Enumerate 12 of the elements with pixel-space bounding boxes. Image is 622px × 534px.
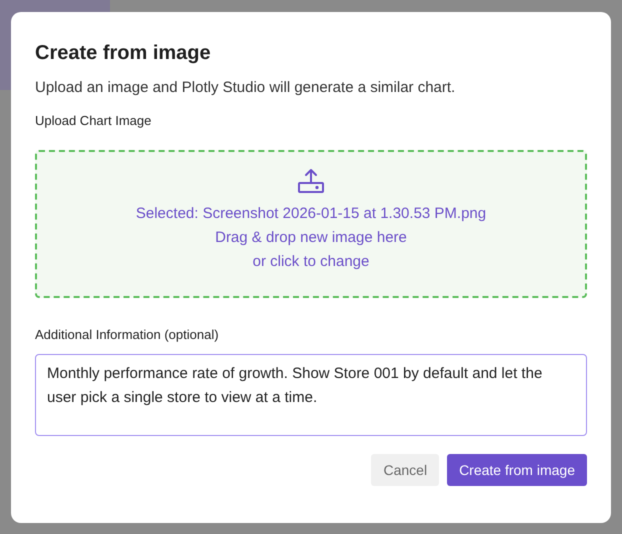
- create-button[interactable]: Create from image: [447, 454, 587, 486]
- additional-info-field[interactable]: Monthly performance rate of growth. Show Store 001 by default and let the user pick a single store to view at a time.: [35, 354, 587, 436]
- field-label: Upload Chart Image: [35, 113, 152, 128]
- field-label: Additional Information (optional): [35, 327, 220, 342]
- dialog-title: Create from image: [35, 42, 212, 65]
- upload-dropzone[interactable]: Selected: Screenshot 2026-01-15 at 1.30.53 PM.png Drag & drop new image here or click to change: [35, 150, 587, 298]
- selected-file-text: Selected: Screenshot 2026-01-15 at 1.30.53 PM.png: [136, 204, 486, 224]
- dropzone-hint: or click to change: [252, 252, 370, 272]
- dropzone-hint: Drag & drop new image here: [215, 228, 407, 248]
- cancel-button[interactable]: Cancel: [371, 454, 440, 486]
- dialog-description: Upload an image and Plotly Studio will generate a similar chart.: [35, 79, 456, 96]
- upload-icon: [297, 168, 325, 194]
